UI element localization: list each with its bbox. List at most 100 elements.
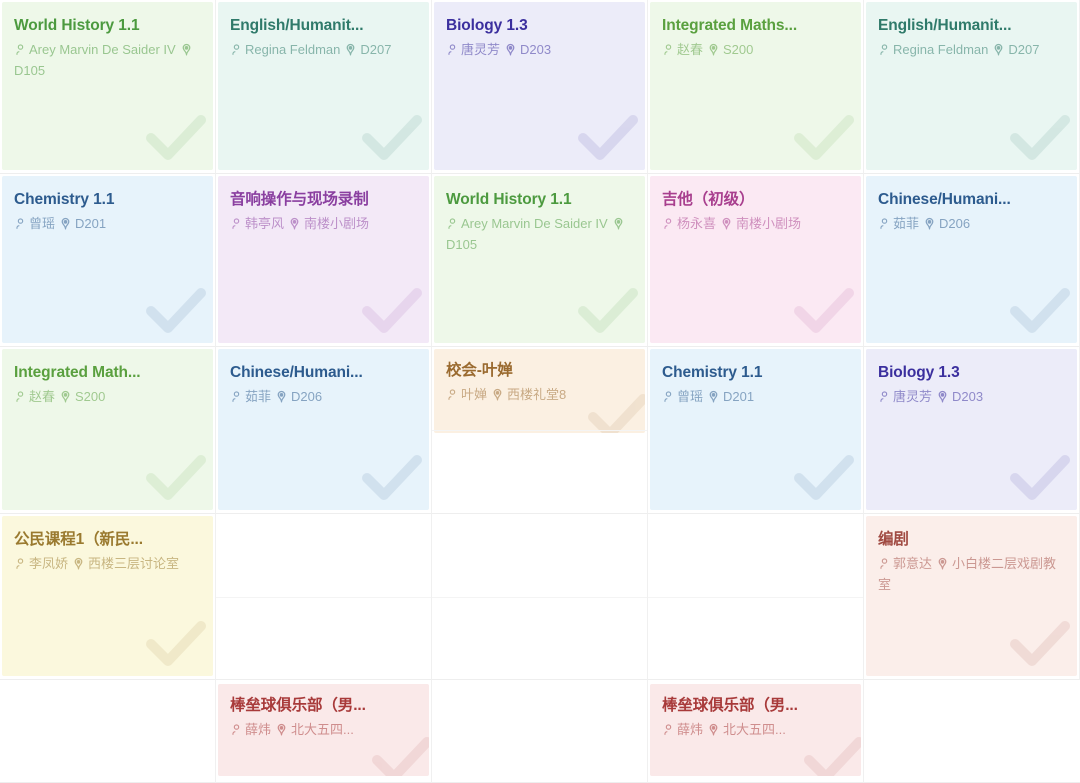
course-title: World History 1.1: [14, 17, 140, 34]
course-title: 棒垒球俱乐部（男...: [662, 697, 798, 714]
room-label: 西楼礼堂8: [507, 387, 567, 403]
course-meta: 李凤娇 西楼三层讨论室: [14, 554, 201, 574]
timetable-cell-r1-c2[interactable]: English/Humanit... Regina Feldman D207: [216, 0, 432, 174]
course-title: Chinese/Humani...: [230, 364, 363, 381]
timetable-cell-r5-c5[interactable]: [864, 680, 1080, 783]
course-card[interactable]: World History 1.1 Arey Marvin De Saider I…: [434, 176, 645, 343]
course-title: 棒垒球俱乐部（男...: [230, 697, 366, 714]
room-label: 北大五四...: [291, 722, 354, 738]
course-card[interactable]: Biology 1.3 唐灵芳 D203: [866, 349, 1077, 510]
course-title: Biology 1.3: [446, 17, 528, 34]
course-meta: Regina Feldman D207: [878, 40, 1065, 60]
teacher-name: 郭意达: [893, 556, 933, 572]
course-card[interactable]: Chemistry 1.1 曾瑶 D201: [650, 349, 861, 510]
course-title: 吉他（初级）: [662, 191, 755, 208]
check-icon: [145, 112, 207, 166]
course-title: Chemistry 1.1: [662, 364, 763, 381]
timetable-cell-r3-c4[interactable]: Chemistry 1.1 曾瑶 D201: [648, 347, 864, 514]
course-card[interactable]: World History 1.1 Arey Marvin De Saider I…: [2, 2, 213, 170]
location-pin-icon: [992, 43, 1005, 56]
timetable-cell-r4-c5[interactable]: 编剧 郭意达 小白楼二层戏剧教室: [864, 514, 1080, 680]
timetable-cell-r2-c2[interactable]: 音响操作与现场录制韩亭风 南楼小剧场: [216, 174, 432, 347]
course-card[interactable]: English/Humanit... Regina Feldman D207: [218, 2, 429, 170]
check-icon: [1009, 285, 1071, 339]
person-icon: [878, 557, 891, 570]
timetable-cell-r3-c5[interactable]: Biology 1.3 唐灵芳 D203: [864, 347, 1080, 514]
course-card[interactable]: Chinese/Humani... 茹菲 D206: [218, 349, 429, 510]
room-label: S200: [75, 389, 106, 405]
course-card[interactable]: 编剧 郭意达 小白楼二层戏剧教室: [866, 516, 1077, 676]
teacher-name: 曾瑶: [29, 216, 56, 232]
location-pin-icon: [707, 723, 720, 736]
timetable-cell-r5-c2[interactable]: 棒垒球俱乐部（男... 薛炜 北大五四...: [216, 680, 432, 783]
timetable-cell-r2-c1[interactable]: Chemistry 1.1 曾瑶 D201: [0, 174, 216, 347]
room-label: D105: [14, 62, 46, 78]
course-title: World History 1.1: [446, 191, 572, 208]
person-icon: [230, 217, 243, 230]
room-label: D201: [75, 216, 107, 232]
room-label: S200: [723, 42, 754, 58]
course-card[interactable]: 棒垒球俱乐部（男... 薛炜 北大五四...: [650, 684, 861, 776]
course-card[interactable]: 校会-叶婵叶婵 西楼礼堂8: [434, 349, 645, 433]
location-pin-icon: [59, 390, 72, 403]
course-meta: 茹菲 D206: [230, 387, 417, 407]
timetable-cell-r4-c1[interactable]: 公民课程1（新民... 李凤娇 西楼三层讨论室: [0, 514, 216, 680]
timetable-cell-r4-c3[interactable]: [432, 514, 648, 680]
course-card[interactable]: English/Humanit... Regina Feldman D207: [866, 2, 1077, 170]
location-pin-icon: [344, 43, 357, 56]
course-card[interactable]: Chinese/Humani... 茹菲 D206: [866, 176, 1077, 343]
timetable-cell-r4-c4[interactable]: [648, 514, 864, 680]
timetable-cell-r2-c5[interactable]: Chinese/Humani... 茹菲 D206: [864, 174, 1080, 347]
course-card[interactable]: Integrated Maths... 赵春 S200: [650, 2, 861, 170]
timetable-cell-r1-c3[interactable]: Biology 1.3 唐灵芳 D203: [432, 0, 648, 174]
course-meta: Arey Marvin De Saider IV D105: [14, 40, 201, 80]
person-icon: [662, 43, 675, 56]
course-title: 校会-叶婵: [446, 362, 513, 379]
location-pin-icon: [612, 217, 625, 230]
check-icon: [577, 285, 639, 339]
person-icon: [662, 390, 675, 403]
course-card[interactable]: Integrated Math... 赵春 S200: [2, 349, 213, 510]
course-card[interactable]: 公民课程1（新民... 李凤娇 西楼三层讨论室: [2, 516, 213, 676]
timetable-cell-r3-c3[interactable]: 校会-叶婵叶婵 西楼礼堂8: [432, 347, 648, 514]
course-meta: 韩亭风 南楼小剧场: [230, 214, 417, 234]
course-meta: 唐灵芳 D203: [878, 387, 1065, 407]
teacher-name: 韩亭风: [245, 216, 285, 232]
teacher-name: 杨永喜: [677, 216, 717, 232]
timetable-cell-r5-c1[interactable]: [0, 680, 216, 783]
course-meta: 叶婵 西楼礼堂8: [446, 385, 633, 405]
course-card[interactable]: Chemistry 1.1 曾瑶 D201: [2, 176, 213, 343]
timetable-cell-r1-c5[interactable]: English/Humanit... Regina Feldman D207: [864, 0, 1080, 174]
timetable-cell-r5-c3[interactable]: [432, 680, 648, 783]
location-pin-icon: [275, 723, 288, 736]
timetable-cell-r3-c2[interactable]: Chinese/Humani... 茹菲 D206: [216, 347, 432, 514]
room-label: 北大五四...: [723, 722, 786, 738]
timetable-cell-r4-c2[interactable]: [216, 514, 432, 680]
course-card[interactable]: 棒垒球俱乐部（男... 薛炜 北大五四...: [218, 684, 429, 776]
person-icon: [14, 390, 27, 403]
timetable-cell-r5-c4[interactable]: 棒垒球俱乐部（男... 薛炜 北大五四...: [648, 680, 864, 783]
course-meta: 薛炜 北大五四...: [662, 720, 849, 740]
room-label: D105: [446, 236, 478, 252]
course-card[interactable]: 吉他（初级） 杨永喜 南楼小剧场: [650, 176, 861, 343]
course-title: 音响操作与现场录制: [230, 191, 369, 208]
person-icon: [662, 217, 675, 230]
timetable-cell-r1-c1[interactable]: World History 1.1 Arey Marvin De Saider I…: [0, 0, 216, 174]
check-icon: [145, 285, 207, 339]
person-icon: [14, 557, 27, 570]
timetable-cell-r2-c3[interactable]: World History 1.1 Arey Marvin De Saider I…: [432, 174, 648, 347]
timetable-cell-r3-c1[interactable]: Integrated Math... 赵春 S200: [0, 347, 216, 514]
course-title: Chemistry 1.1: [14, 191, 115, 208]
teacher-name: Arey Marvin De Saider IV: [29, 42, 176, 58]
room-label: D201: [723, 389, 755, 405]
course-card[interactable]: 音响操作与现场录制韩亭风 南楼小剧场: [218, 176, 429, 343]
teacher-name: 薛炜: [677, 722, 704, 738]
location-pin-icon: [720, 217, 733, 230]
course-meta: 郭意达 小白楼二层戏剧教室: [878, 554, 1065, 594]
timetable-cell-r2-c4[interactable]: 吉他（初级） 杨永喜 南楼小剧场: [648, 174, 864, 347]
timetable-cell-r1-c4[interactable]: Integrated Maths... 赵春 S200: [648, 0, 864, 174]
person-icon: [446, 388, 459, 401]
room-label: D203: [520, 42, 552, 58]
course-card[interactable]: Biology 1.3 唐灵芳 D203: [434, 2, 645, 170]
person-icon: [230, 43, 243, 56]
